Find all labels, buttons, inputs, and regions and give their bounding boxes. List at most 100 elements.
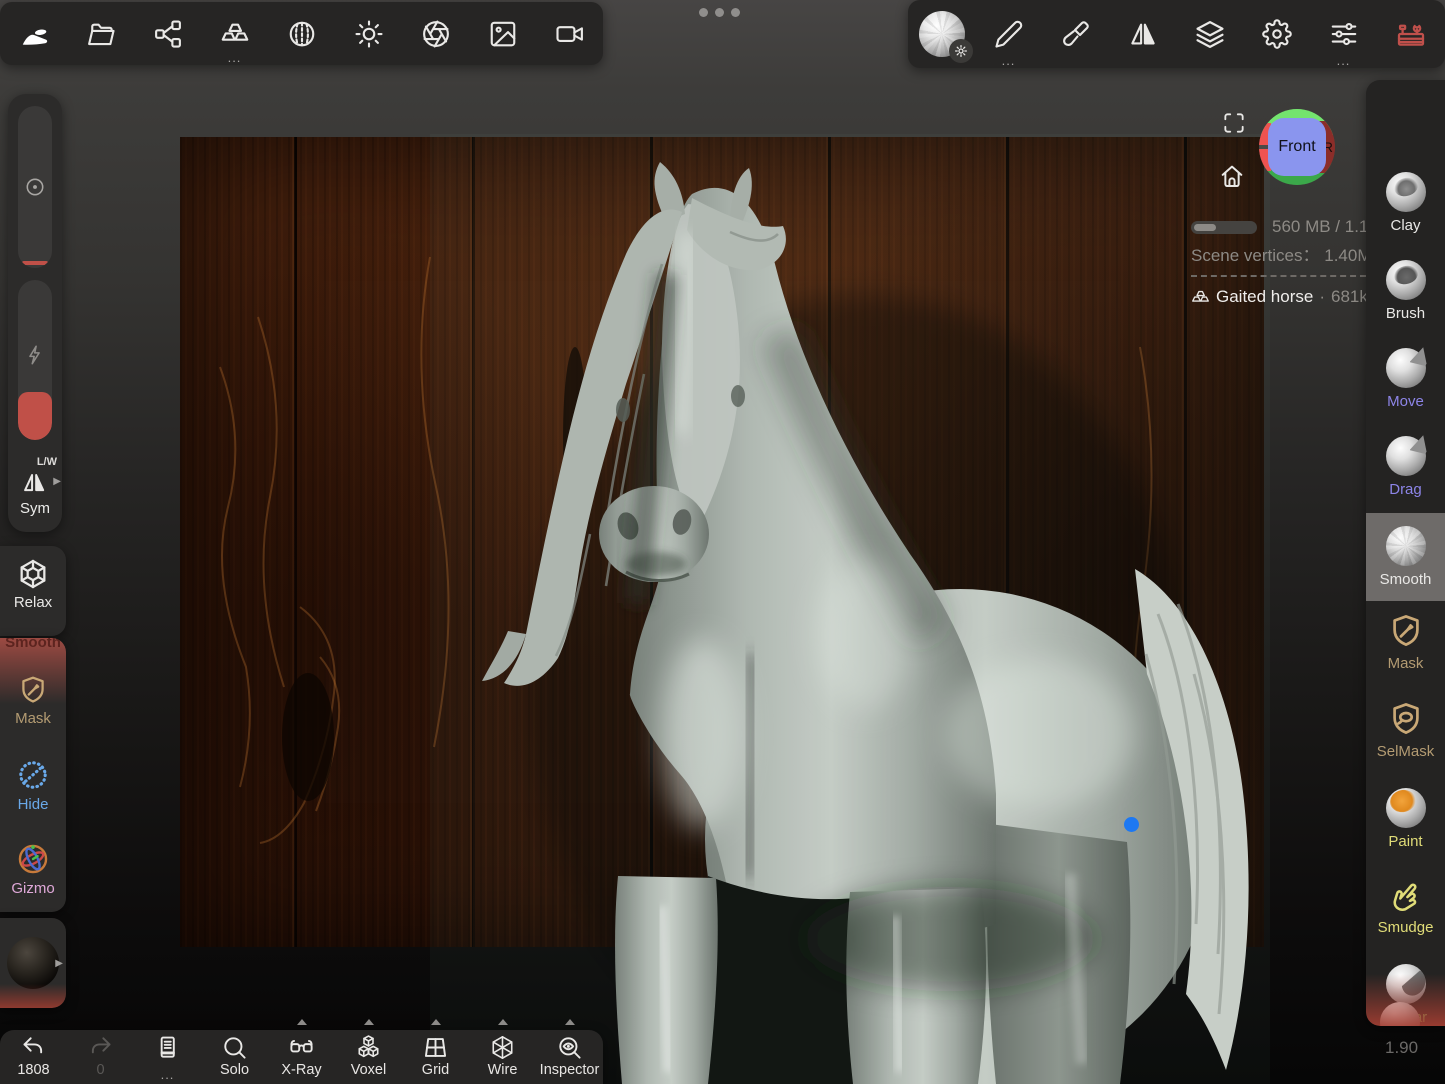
tool-clay[interactable]: Clay xyxy=(1366,172,1445,256)
folder-icon xyxy=(86,19,116,49)
selmask-shield-icon xyxy=(1387,700,1425,738)
stroke-button[interactable]: ... xyxy=(975,0,1042,68)
solo-label: Solo xyxy=(220,1062,249,1078)
postprocess-button[interactable] xyxy=(402,2,469,65)
drag-sphere-icon xyxy=(1386,436,1426,476)
tool-label: Smudge xyxy=(1378,919,1434,936)
nomad-logo-icon xyxy=(17,19,51,49)
voxel-button[interactable]: Voxel xyxy=(335,1030,402,1084)
gizmo-front-face[interactable]: Front xyxy=(1268,118,1326,176)
bake-layers-button[interactable]: ... xyxy=(201,2,268,65)
symmetry-button[interactable] xyxy=(1109,0,1176,68)
tool-settings-badge[interactable] xyxy=(949,39,973,63)
fullscreen-button[interactable] xyxy=(1221,110,1247,141)
expand-caret[interactable] xyxy=(498,1019,508,1025)
reset-view-button[interactable] xyxy=(1218,162,1246,195)
gear-badge-icon xyxy=(954,44,968,58)
wire-button[interactable]: Wire xyxy=(469,1030,536,1084)
hide-shortcut[interactable]: Hide xyxy=(0,758,66,813)
tool-move[interactable]: Move xyxy=(1366,348,1445,432)
undo-count: 1808 xyxy=(17,1062,49,1078)
tool-smudge[interactable]: Smudge xyxy=(1366,876,1445,960)
xray-button[interactable]: X-Ray xyxy=(268,1030,335,1084)
radius-slider[interactable] xyxy=(18,106,52,268)
object-name: Gaited horse xyxy=(1216,287,1313,307)
scene-vertices-value: 1.40M xyxy=(1324,246,1371,265)
tool-paint[interactable]: Paint xyxy=(1366,788,1445,872)
interface-button[interactable]: ... xyxy=(1310,0,1377,68)
clay-sphere-icon xyxy=(1386,172,1426,212)
memory-usage-bar xyxy=(1191,221,1257,234)
tool-smooth[interactable]: Smooth xyxy=(1366,526,1445,610)
wire-label: Wire xyxy=(488,1062,518,1078)
left-tools-panel: Smooth Mask Hide Gizmo xyxy=(0,638,66,912)
lighting-button[interactable] xyxy=(335,2,402,65)
scene-vertices-text: Scene vertices： 1.40M xyxy=(1191,241,1371,266)
tool-sidebar: Clay Brush Move Drag Smooth Mask xyxy=(1366,80,1445,1026)
video-camera-icon xyxy=(555,19,585,49)
mask-shield-icon xyxy=(1387,612,1425,650)
toolbox-button[interactable] xyxy=(1377,0,1444,68)
smooth-sphere-icon xyxy=(1386,526,1426,566)
tool-drag[interactable]: Drag xyxy=(1366,436,1445,520)
gizmo-shortcut[interactable]: Gizmo xyxy=(0,842,66,897)
relax-panel[interactable]: Relax xyxy=(0,546,66,636)
tool-brush[interactable]: Brush xyxy=(1366,260,1445,344)
drag-handle-dots[interactable] xyxy=(699,8,740,17)
mirror-icon xyxy=(1128,19,1158,49)
view-orientation-gizmo[interactable]: R Front xyxy=(1259,109,1335,185)
tool-label: Paint xyxy=(1388,833,1422,850)
more-indicator: ... xyxy=(134,1070,201,1080)
painting-button[interactable] xyxy=(1042,0,1109,68)
expand-caret[interactable] xyxy=(297,1019,307,1025)
horse-sculpture[interactable] xyxy=(430,134,1270,1084)
active-tool-button[interactable] xyxy=(908,0,975,68)
hide-dotted-icon xyxy=(16,758,50,792)
layers-button[interactable] xyxy=(1176,0,1243,68)
xray-label: X-Ray xyxy=(281,1062,321,1078)
scene-graph-button[interactable] xyxy=(134,2,201,65)
intensity-slider[interactable] xyxy=(18,280,52,440)
expand-caret[interactable] xyxy=(431,1019,441,1025)
undo-button[interactable]: 1808 xyxy=(0,1030,67,1084)
grid-button[interactable]: Grid xyxy=(402,1030,469,1084)
sliders-icon xyxy=(1329,19,1359,49)
expand-caret[interactable] xyxy=(565,1019,575,1025)
tool-mask[interactable]: Mask xyxy=(1366,612,1445,696)
sym-expand-arrow[interactable]: ▶ xyxy=(53,476,61,487)
material-panel[interactable]: ▶ xyxy=(0,918,66,1008)
files-button[interactable] xyxy=(67,2,134,65)
tool-selmask[interactable]: SelMask xyxy=(1366,700,1445,784)
redo-icon xyxy=(87,1034,114,1061)
app-logo[interactable] xyxy=(0,2,67,65)
tool-label: Smooth xyxy=(1380,571,1432,588)
tool-label: SelMask xyxy=(1377,743,1435,760)
symmetry-mode-label: L/W xyxy=(37,456,57,468)
scene-object-row[interactable]: Gaited horse · 681k xyxy=(1191,287,1368,307)
home-icon xyxy=(1218,162,1246,190)
material-expand-arrow[interactable]: ▶ xyxy=(55,958,63,969)
material-button[interactable] xyxy=(268,2,335,65)
background-button[interactable] xyxy=(469,2,536,65)
undo-icon xyxy=(20,1034,47,1061)
relax-label: Relax xyxy=(14,594,52,611)
fullscreen-icon xyxy=(1221,110,1247,136)
object-vertex-count: 681k xyxy=(1331,287,1368,307)
settings-button[interactable] xyxy=(1243,0,1310,68)
notes-button[interactable]: ... xyxy=(134,1030,201,1084)
matcap-sphere-icon xyxy=(287,19,317,49)
scroll-hint-gradient xyxy=(1366,974,1445,1026)
brush-sliders-panel: L/W ▶ Sym xyxy=(8,94,62,532)
paint-sphere-icon xyxy=(1386,788,1426,828)
inspector-button[interactable]: Inspector xyxy=(536,1030,603,1084)
camera-button[interactable] xyxy=(536,2,603,65)
inspector-eye-icon xyxy=(556,1034,583,1061)
mask-label: Mask xyxy=(15,710,51,727)
hide-label: Hide xyxy=(18,796,49,813)
redo-button[interactable]: 0 xyxy=(67,1030,134,1084)
redo-count: 0 xyxy=(96,1062,104,1078)
mask-shortcut[interactable]: Mask xyxy=(0,674,66,727)
expand-caret[interactable] xyxy=(364,1019,374,1025)
voxel-label: Voxel xyxy=(351,1062,386,1078)
solo-button[interactable]: Solo xyxy=(201,1030,268,1084)
